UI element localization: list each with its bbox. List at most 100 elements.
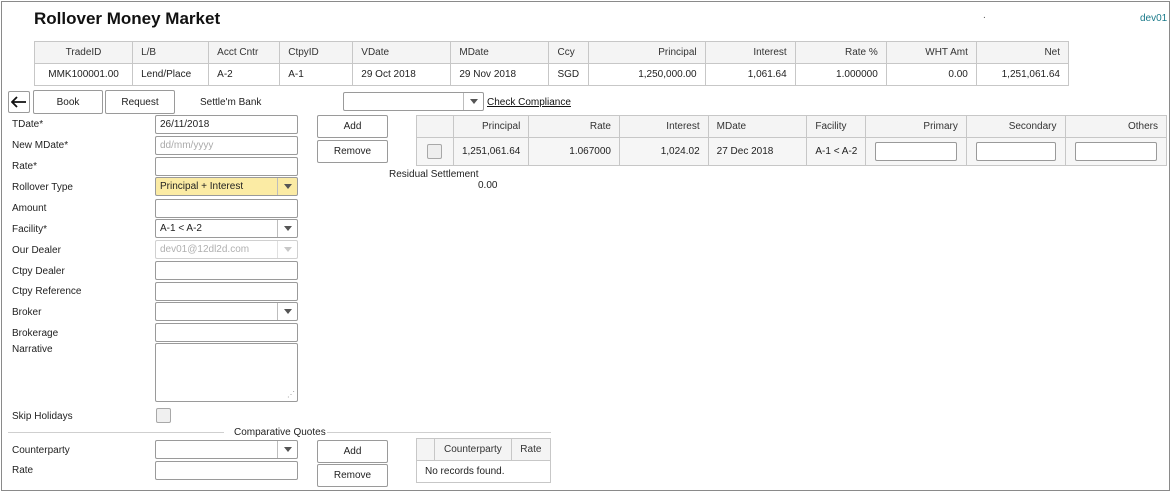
empty-message: No records found.	[416, 460, 551, 483]
skip-holidays-label: Skip Holidays	[12, 411, 73, 422]
tdate-input[interactable]: 26/11/2018	[155, 115, 298, 134]
skip-holidays-checkbox[interactable]	[156, 408, 171, 423]
row-checkbox[interactable]	[427, 144, 443, 159]
secondary-input[interactable]	[975, 142, 1056, 161]
others-input[interactable]	[1074, 142, 1157, 161]
quote-add-button[interactable]: Add	[317, 440, 388, 463]
row-select-cell[interactable]	[416, 137, 454, 166]
ctpy-reference-input[interactable]	[155, 282, 298, 301]
back-button[interactable]	[8, 91, 30, 113]
col-header: Acct Cntr	[208, 41, 281, 64]
tdate-label: TDate*	[12, 119, 44, 130]
settlement-table: Principal Rate Interest MDate Facility P…	[416, 115, 1167, 166]
narrative-label: Narrative	[12, 344, 53, 355]
facility-select[interactable]: A-1 < A-2	[155, 219, 298, 238]
rollover-type-value: Principal + Interest	[160, 181, 244, 192]
cell-interest: 1,024.02	[619, 137, 709, 166]
broker-label: Broker	[12, 307, 42, 318]
new-mdate-label: New MDate*	[12, 140, 69, 151]
divider	[8, 432, 224, 433]
settle-bank-select[interactable]	[343, 92, 484, 111]
table-row: No records found.	[416, 460, 551, 483]
settle-bank-label: Settle'm Bank	[200, 97, 262, 108]
cell-vdate: 29 Oct 2018	[352, 63, 452, 86]
check-compliance-link[interactable]: Check Compliance	[487, 97, 571, 108]
col-header: MDate	[450, 41, 550, 64]
cell-mdate: 27 Dec 2018	[707, 137, 808, 166]
cell-others[interactable]	[1064, 137, 1167, 166]
cell-lb: Lend/Place	[132, 63, 210, 86]
ctpy-dealer-label: Ctpy Dealer	[12, 266, 65, 277]
col-header: Interest	[619, 115, 709, 138]
col-header: Rate	[510, 438, 552, 461]
primary-input[interactable]	[875, 142, 957, 161]
residual-settlement-label: Residual Settlement	[389, 169, 479, 180]
cell-facility: A-1 < A-2	[806, 137, 867, 166]
cell-net: 1,251,061.64	[975, 63, 1070, 86]
brokerage-input[interactable]	[155, 323, 298, 342]
select-col-header	[416, 115, 454, 138]
col-header: Principal	[587, 41, 706, 64]
chevron-down-icon	[277, 303, 297, 320]
comparative-quotes-title: Comparative Quotes	[234, 427, 326, 438]
table-row[interactable]: 1,251,061.64 1.067000 1,024.02 27 Dec 20…	[416, 137, 1167, 166]
brokerage-label: Brokerage	[12, 328, 59, 339]
book-button[interactable]: Book	[33, 90, 103, 114]
cell-wht-amt: 0.00	[885, 63, 977, 86]
col-header: Facility	[806, 115, 867, 138]
page-title: Rollover Money Market	[34, 9, 221, 28]
narrative-textarea[interactable]: ⋰	[155, 343, 298, 402]
cell-ctpy-id: A-1	[279, 63, 354, 86]
facility-value: A-1 < A-2	[160, 223, 202, 234]
cell-ccy: SGD	[548, 63, 589, 86]
chevron-down-icon	[277, 241, 297, 258]
new-mdate-input[interactable]: dd/mm/yyyy	[155, 136, 298, 155]
cell-secondary[interactable]	[965, 137, 1066, 166]
cell-primary[interactable]	[865, 137, 967, 166]
col-header: Principal	[452, 115, 530, 138]
chevron-down-icon	[277, 220, 297, 237]
cell-rate: 1.000000	[794, 63, 887, 86]
quote-remove-button[interactable]: Remove	[317, 464, 388, 487]
cell-acct-cntr: A-2	[208, 63, 281, 86]
quote-rate-input[interactable]	[155, 461, 298, 480]
col-header: Rate	[528, 115, 620, 138]
broker-select[interactable]	[155, 302, 298, 321]
settlement-add-button[interactable]: Add	[317, 115, 388, 138]
table-row[interactable]: MMK100001.00 Lend/Place A-2 A-1 29 Oct 2…	[33, 63, 1070, 86]
col-header: CtpyID	[279, 41, 354, 64]
cell-mdate: 29 Nov 2018	[450, 63, 550, 86]
cell-rate: 1.067000	[528, 137, 620, 166]
our-dealer-select: dev01@12dl2d.com	[155, 240, 298, 259]
settlement-remove-button[interactable]: Remove	[317, 140, 388, 163]
user-link[interactable]: dev01	[1140, 13, 1167, 24]
ctpy-reference-label: Ctpy Reference	[12, 286, 82, 297]
chevron-down-icon	[277, 178, 297, 195]
col-header: WHT Amt	[885, 41, 977, 64]
quote-rate-label: Rate	[12, 465, 34, 476]
amount-input[interactable]	[155, 199, 298, 218]
facility-label: Facility*	[12, 224, 48, 235]
rate-input[interactable]	[155, 157, 298, 176]
divider	[327, 432, 551, 433]
resize-grip-icon[interactable]: ⋰	[287, 391, 295, 399]
table-header-row: Principal Rate Interest MDate Facility P…	[416, 115, 1167, 138]
col-header: Secondary	[965, 115, 1066, 138]
cell-principal: 1,250,000.00	[587, 63, 706, 86]
request-button[interactable]: Request	[105, 90, 175, 114]
new-mdate-placeholder: dd/mm/yyyy	[160, 140, 214, 151]
header-dot: .	[983, 10, 986, 21]
cell-interest: 1,061.64	[704, 63, 796, 86]
table-header-row: TradeID L/B Acct Cntr CtpyID VDate MDate…	[33, 41, 1070, 64]
amount-label: Amount	[12, 203, 47, 214]
rollover-type-select[interactable]: Principal + Interest	[155, 177, 298, 196]
col-header: Rate %	[794, 41, 887, 64]
col-header: VDate	[352, 41, 452, 64]
rollover-type-label: Rollover Type	[12, 182, 73, 193]
col-header: MDate	[707, 115, 808, 138]
tdate-value: 26/11/2018	[160, 119, 210, 130]
ctpy-dealer-input[interactable]	[155, 261, 298, 280]
col-header: L/B	[132, 41, 210, 64]
quote-counterparty-select[interactable]	[155, 440, 298, 459]
col-header: TradeID	[33, 41, 134, 64]
